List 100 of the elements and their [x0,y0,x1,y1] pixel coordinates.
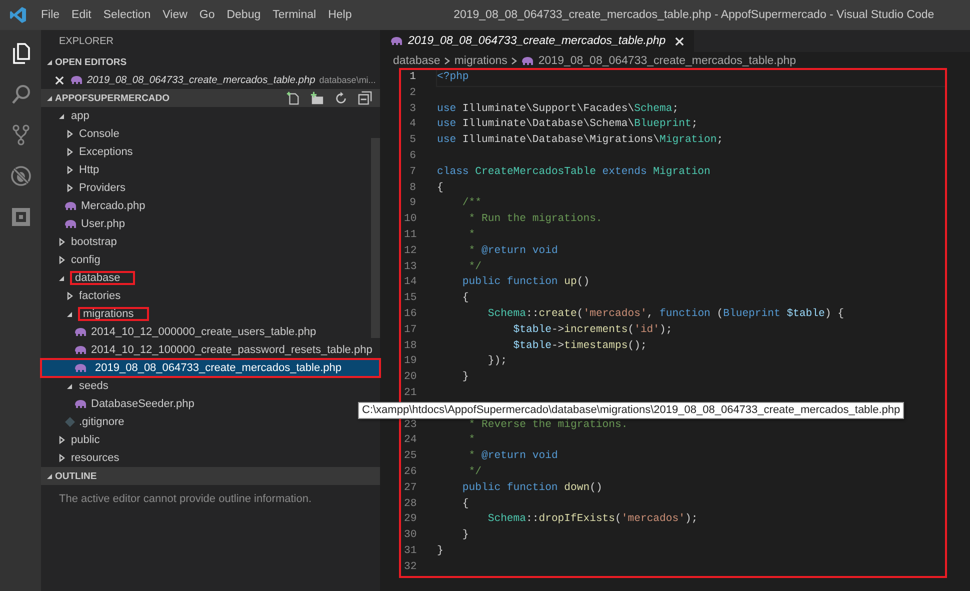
line-number: 4 [408,117,417,132]
folder-name[interactable]: migrations [79,308,148,320]
line-number: 11 [404,228,418,243]
file-path: database\mi... [319,75,376,85]
no-bug-icon[interactable] [10,165,32,187]
menu-item[interactable]: File [35,9,66,21]
menu-item[interactable]: Help [322,9,358,21]
file-name[interactable]: Mercado.php [81,200,146,212]
window-title: 2019_08_08_064733_create_mercados_table.php - AppofSupermercado - Visual Studio Code [452,9,936,21]
breadcrumb[interactable]: migrations [454,55,508,67]
folder-name[interactable]: Http [79,164,100,176]
folder-name[interactable]: app [71,110,90,122]
code-line: */ [468,260,483,275]
collapsed-triangle-icon[interactable] [65,291,75,301]
diamond-icon [65,417,75,427]
line-number: 13 [404,260,418,275]
collapsed-triangle-icon[interactable] [65,129,75,139]
code-line: use Illuminate\Support\Facades\Schema; [437,102,680,117]
line-number: 19 [404,354,418,370]
line-number: 10 [404,212,418,228]
code-line: { [437,180,444,196]
elephant-icon [74,399,87,409]
collapsed-triangle-icon[interactable] [57,237,67,247]
collapsed-triangle-icon[interactable] [57,255,67,265]
folder-name[interactable]: Console [79,128,120,140]
code-line: * Reverse the migrations. [468,418,629,433]
line-number: 12 [404,244,418,259]
folder-name[interactable]: bootstrap [71,236,117,248]
collapsed-triangle-icon[interactable] [65,183,75,193]
folder-name[interactable]: public [71,434,100,446]
code-line: * Run the migrations. [468,212,604,228]
code-line: $table->increments('id'); [512,322,674,338]
scrollbar[interactable] [371,138,380,338]
branch-icon[interactable] [10,124,32,146]
menu-item[interactable]: Terminal [266,9,322,21]
menu-item[interactable]: View [156,9,194,21]
file-name[interactable]: 2014_10_12_000000_create_users_table.php [91,326,316,338]
folder-name[interactable]: resources [71,452,120,464]
collapsed-triangle-icon[interactable] [65,147,75,157]
folder-name[interactable]: config [71,254,100,266]
line-number: 2 [408,86,417,101]
new-folder-icon[interactable] [310,91,324,105]
file-name[interactable]: .gitignore [79,416,124,428]
menu-item[interactable]: Debug [220,9,267,21]
code-line: $table->timestamps(); [512,338,648,354]
folder-name[interactable]: Exceptions [79,146,133,158]
breadcrumb[interactable]: 2019_08_08_064733_create_mercados_table.php [538,55,796,67]
file-name[interactable]: 2014_10_12_100000_create_password_resets_table.php [91,344,372,356]
code-line: }); [486,354,508,370]
file-name[interactable]: DatabaseSeeder.php [91,398,194,410]
close-icon[interactable] [674,36,684,46]
open-editor-item[interactable]: 2019_08_08_064733_create_mercados_table.php [87,74,316,86]
line-number: 1 [408,70,417,85]
close-icon[interactable] [55,76,64,84]
search-icon[interactable] [10,83,32,105]
elephant-icon [70,75,83,85]
folder-name[interactable]: seeds [79,380,108,392]
code-line: } [461,370,470,386]
code-line: class CreateMercadosTable extends Migration [437,164,712,180]
line-number: 7 [408,164,417,180]
editor-tab[interactable]: 2019_08_08_064733_create_mercados_table.php [380,30,694,52]
line-number: 26 [404,464,418,480]
folder-name[interactable]: Providers [79,182,126,194]
tooltip: C:\xampp\htdocs\AppofSupermercado\database\migrations\2019_08_08_064733_create_mercados_table.php [358,402,904,419]
code-line: use Illuminate\Database\Migrations\Migration; [437,133,724,148]
line-number: 28 [404,496,418,512]
line-number: 31 [404,544,418,559]
code-line: /** [461,196,483,212]
extensions-icon[interactable] [10,206,32,228]
code-line: public function down() [461,480,604,496]
file-name[interactable]: User.php [81,218,126,230]
line-number: 5 [408,133,417,148]
collapse-all-icon[interactable] [358,91,372,105]
code-line: use Illuminate\Database\Schema\Blueprint; [437,117,699,132]
code-line: * @return void [468,244,559,259]
code-line: { [461,496,470,512]
sidebar-title: EXPLORER [58,35,114,49]
collapsed-triangle-icon[interactable] [57,435,67,445]
collapsed-triangle-icon[interactable] [57,453,67,463]
breadcrumb[interactable]: database [393,55,440,67]
line-number: 20 [404,370,418,386]
menu-item[interactable]: Edit [66,9,98,21]
elephant-icon [74,327,87,337]
section-title[interactable]: OPEN EDITORS [55,56,380,68]
line-number: 9 [408,196,417,212]
line-number: 23 [404,418,418,433]
refresh-icon[interactable] [334,91,348,105]
line-number: 6 [408,148,417,164]
line-number: 27 [404,480,418,496]
menu-item[interactable]: Selection [97,9,157,21]
menu-item[interactable]: Go [193,9,221,21]
folder-name[interactable]: factories [79,290,121,302]
line-number: 32 [404,560,418,575]
new-file-icon[interactable] [286,91,300,105]
collapsed-triangle-icon[interactable] [65,165,75,175]
line-number: 24 [404,433,418,448]
code-line: * @return void [468,449,559,464]
line-number: 25 [404,449,418,464]
folder-name[interactable]: database [71,272,134,284]
code-line: * [468,433,476,448]
